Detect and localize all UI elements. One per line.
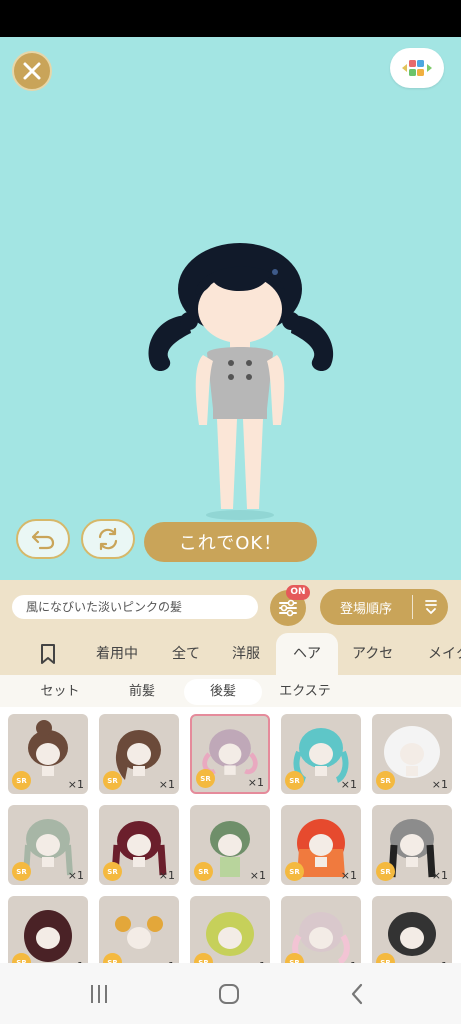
home-button[interactable]: [214, 981, 244, 1007]
bookmark-tab[interactable]: [38, 633, 64, 675]
rarity-badge: SR: [103, 862, 122, 881]
hair-subtabs: セット 前髪 後髪 エクステ: [0, 675, 461, 707]
item-card[interactable]: SR ×1: [99, 714, 179, 794]
item-info-bar: 風になびいた淡いピンクの髪 ON 登場順序: [0, 580, 461, 633]
item-card[interactable]: SR ×1: [8, 896, 88, 963]
item-card[interactable]: SR ×1: [281, 714, 361, 794]
filter-on-badge: ON: [286, 585, 310, 600]
subtab-bangs[interactable]: 前髪: [104, 679, 180, 705]
avatar-figure: [148, 243, 334, 520]
tab-wearing[interactable]: 着用中: [96, 633, 138, 675]
rarity-badge: SR: [285, 862, 304, 881]
rarity-badge: SR: [103, 771, 122, 790]
item-count: ×1: [249, 869, 266, 882]
tab-makeup[interactable]: メイク: [428, 633, 461, 675]
item-count: ×1: [431, 869, 448, 882]
item-grid: SR ×1 SR ×1 SR ×1 SR ×1 SR ×1 SR ×1 SR ×…: [0, 707, 461, 963]
rarity-badge: SR: [194, 862, 213, 881]
item-count: ×1: [158, 869, 175, 882]
undo-icon: [31, 530, 55, 550]
subtab-back-hair[interactable]: 後髪: [184, 679, 262, 705]
palette-icon: [402, 60, 432, 76]
rarity-badge: SR: [12, 862, 31, 881]
status-bar: [0, 0, 461, 37]
sort-order-button[interactable]: 登場順序: [320, 589, 448, 625]
item-card[interactable]: SR ×1: [190, 896, 270, 963]
tab-all[interactable]: 全て: [172, 633, 200, 675]
tab-hair[interactable]: ヘア: [276, 633, 338, 675]
subtab-set[interactable]: セット: [22, 679, 98, 705]
tab-accessories[interactable]: アクセ: [352, 633, 393, 675]
reset-button[interactable]: [81, 519, 135, 559]
item-count: ×1: [247, 776, 264, 789]
item-count: ×1: [67, 778, 84, 791]
item-card[interactable]: SR ×1: [372, 805, 452, 885]
color-palette-button[interactable]: [390, 48, 444, 88]
selected-item-name: 風になびいた淡いピンクの髪: [12, 595, 258, 619]
rarity-badge: SR: [285, 771, 304, 790]
sort-label: 登場順序: [339, 601, 392, 617]
item-card[interactable]: SR ×1: [372, 714, 452, 794]
sort-direction-icon[interactable]: [413, 598, 448, 616]
confirm-ok-button[interactable]: これでOK！: [144, 522, 317, 562]
undo-button[interactable]: [16, 519, 70, 559]
item-count: ×1: [431, 778, 448, 791]
tab-clothes[interactable]: 洋服: [232, 633, 260, 675]
rarity-badge: SR: [196, 769, 215, 788]
sliders-icon: [279, 599, 297, 617]
refresh-icon: [98, 527, 118, 551]
item-count: ×1: [67, 869, 84, 882]
item-count: ×1: [340, 778, 357, 791]
rarity-badge: SR: [12, 771, 31, 790]
category-tabs: 着用中 全て 洋服 ヘア アクセ メイク: [0, 633, 461, 675]
recent-apps-button[interactable]: [84, 981, 114, 1007]
rarity-badge: SR: [376, 771, 395, 790]
item-count: ×1: [158, 778, 175, 791]
item-card[interactable]: SR ×1: [281, 805, 361, 885]
system-navigation-bar: [0, 963, 461, 1024]
item-card-selected[interactable]: SR ×1: [190, 714, 270, 794]
item-card[interactable]: SR ×1: [8, 714, 88, 794]
subtab-extensions[interactable]: エクステ: [266, 679, 344, 705]
item-card[interactable]: SR ×1: [99, 896, 179, 963]
home-icon: [219, 984, 239, 1004]
item-card[interactable]: SR ×1: [372, 896, 452, 963]
back-button[interactable]: [342, 981, 372, 1007]
recent-apps-icon: [91, 985, 107, 1003]
item-count: ×1: [340, 869, 357, 882]
item-card[interactable]: SR ×1: [99, 805, 179, 885]
back-icon: [351, 983, 363, 1005]
bookmark-icon: [41, 644, 55, 664]
item-card[interactable]: SR ×1: [281, 896, 361, 963]
avatar-stage: これでOK！: [0, 37, 461, 580]
item-card[interactable]: SR ×1: [8, 805, 88, 885]
rarity-badge: SR: [376, 862, 395, 881]
item-card[interactable]: SR ×1: [190, 805, 270, 885]
close-button[interactable]: [12, 51, 52, 91]
close-icon: [23, 62, 41, 80]
